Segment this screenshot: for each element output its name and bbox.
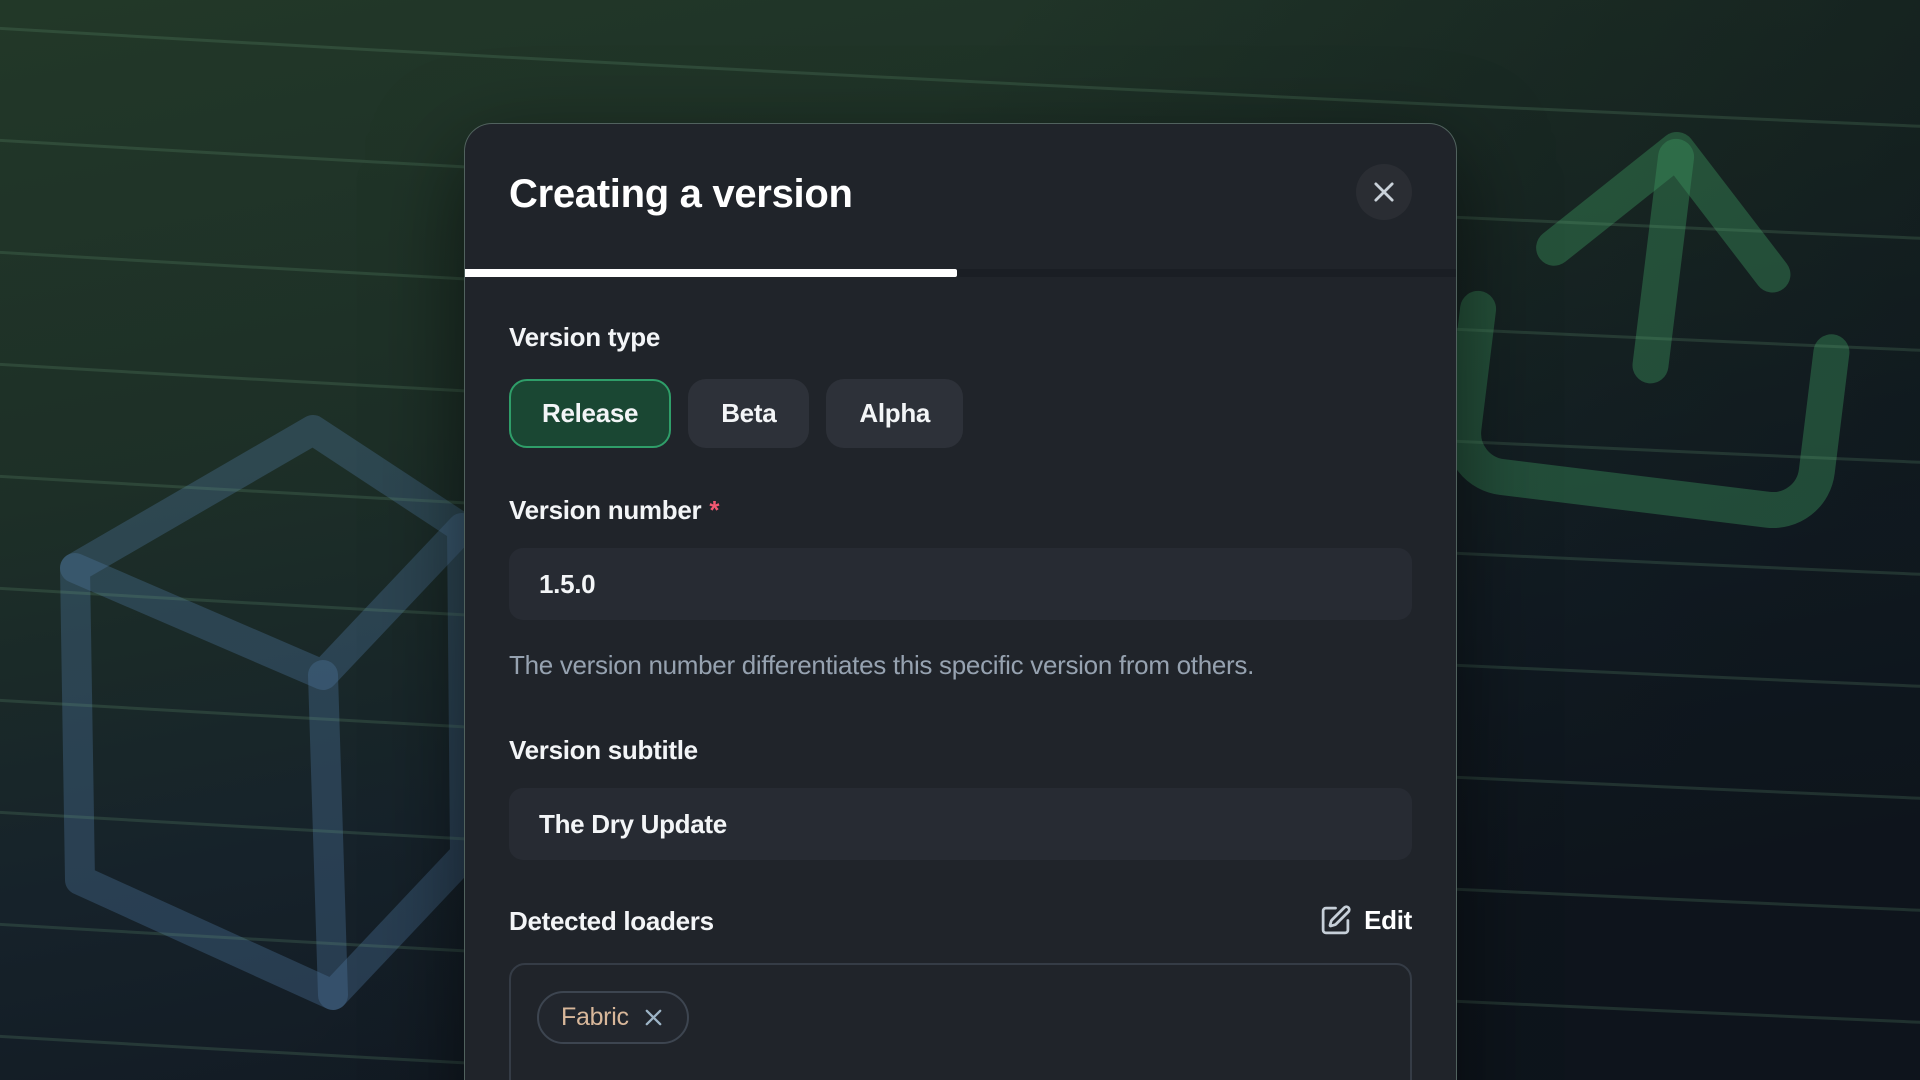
version-type-label: Version type [509,323,1412,351]
edit-label: Edit [1364,905,1412,936]
version-subtitle-label: Version subtitle [509,736,1412,764]
screen: Creating a version Version type Release … [0,0,1920,1080]
remove-loader-button[interactable] [642,1006,665,1029]
modal-header: Creating a version [465,124,1456,269]
version-number-help-text: The version number differentiates this s… [509,647,1319,683]
version-type-release-button[interactable]: Release [509,379,671,448]
version-number-input[interactable] [509,548,1412,620]
close-icon [1370,178,1398,206]
modal-title: Creating a version [509,172,853,217]
create-version-modal: Creating a version Version type Release … [464,123,1457,1080]
loader-chip-label: Fabric [561,1003,629,1032]
version-number-label-row: Version number * [509,496,1412,524]
modal-body: Version type Release Beta Alpha Version … [465,323,1456,1080]
detected-loaders-box: Fabric [509,963,1412,1080]
version-type-beta-button[interactable]: Beta [688,379,809,448]
progress-fill [465,269,957,277]
progress-bar-track [465,269,1456,277]
required-asterisk: * [709,496,719,524]
version-type-alpha-button[interactable]: Alpha [826,379,963,448]
square-pen-icon [1319,904,1352,937]
edit-loaders-button[interactable]: Edit [1319,904,1412,937]
version-subtitle-input[interactable] [509,788,1412,860]
x-icon [642,1006,665,1029]
close-button[interactable] [1356,164,1412,220]
detected-loaders-row: Detected loaders Edit [509,904,1412,937]
version-number-label: Version number [509,496,701,524]
loader-chip-fabric: Fabric [537,991,689,1044]
version-type-options: Release Beta Alpha [509,379,1412,448]
detected-loaders-label: Detected loaders [509,907,714,935]
